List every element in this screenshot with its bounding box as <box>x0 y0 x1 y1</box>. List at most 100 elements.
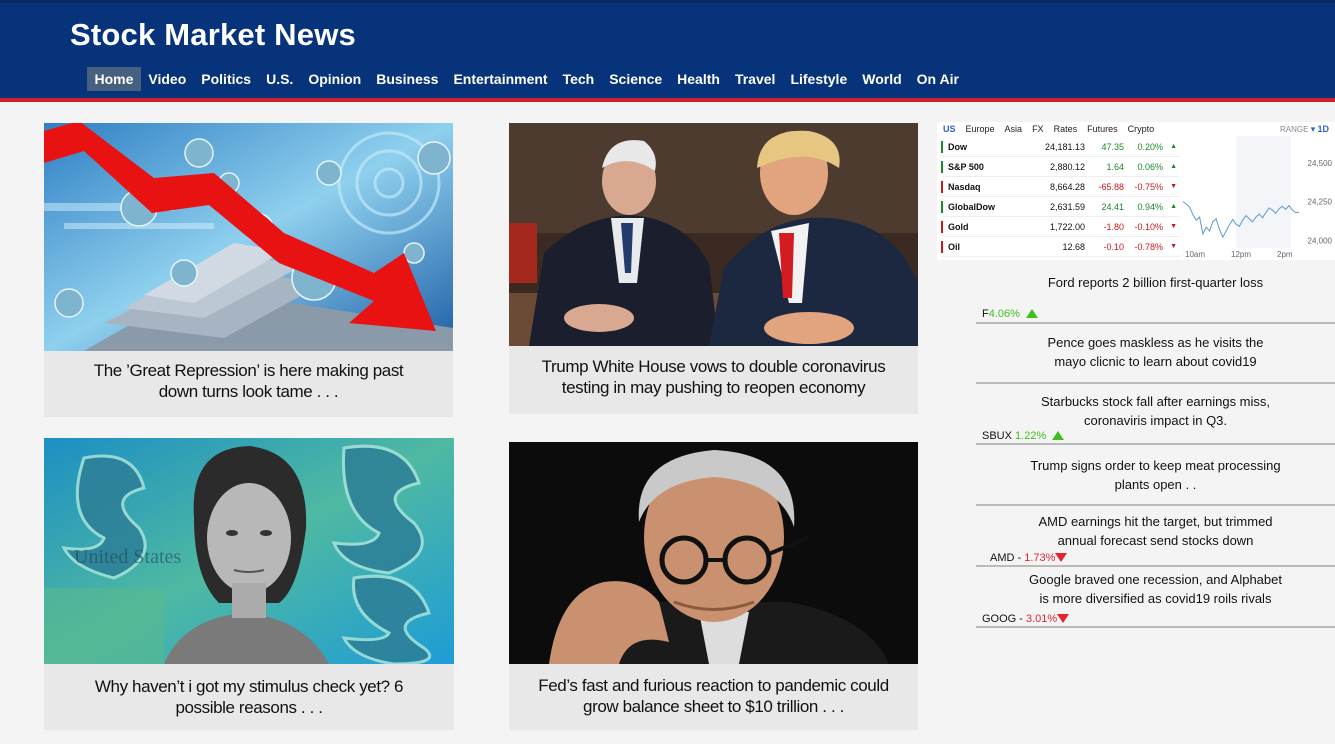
headline-text: Starbucks stock fall after earnings miss… <box>976 392 1335 430</box>
article-caption[interactable]: The ’Great Repression’ is here making pa… <box>44 360 453 402</box>
nav-world[interactable]: World <box>855 67 909 91</box>
arrow-up-icon <box>1025 309 1038 318</box>
main-nav: Home Video Politics U.S. Opinion Busines… <box>87 67 966 91</box>
stock-change-value: 3.01% <box>1026 613 1058 625</box>
market-value: 1,722.00 <box>1049 221 1085 232</box>
article-image-falling-arrow[interactable] <box>44 123 453 351</box>
y-tick-label: 24,000 <box>1308 236 1333 245</box>
article-caption[interactable]: Fed’s fast and furious reaction to pande… <box>509 675 918 717</box>
chart-band <box>1236 136 1291 248</box>
market-name: S&P 500 <box>948 161 984 172</box>
triangle-down-icon: ▼ <box>1170 183 1177 190</box>
stock-symbol: GOOG - <box>982 613 1026 625</box>
caption-line: grow balance sheet to $10 trillion . . . <box>583 697 844 716</box>
market-value: 24,181.13 <box>1044 141 1085 152</box>
nav-politics[interactable]: Politics <box>194 67 259 91</box>
nav-tech[interactable]: Tech <box>555 67 602 91</box>
range-label: RANGE <box>1280 125 1309 134</box>
market-change: 1.64 <box>1106 161 1124 172</box>
stock-change-value: 4.06% <box>988 308 1020 320</box>
nav-video[interactable]: Video <box>141 67 194 91</box>
tab-europe[interactable]: Europe <box>966 124 995 134</box>
tab-us[interactable]: US <box>943 124 956 134</box>
market-tabs: US Europe Asia FX Rates Futures Crypto <box>943 124 1154 134</box>
article-card-trump-testing[interactable]: Trump White House vows to double coronav… <box>509 123 918 414</box>
arrow-up-icon <box>1052 431 1065 440</box>
article-image-trump-pence[interactable] <box>509 123 918 346</box>
market-row[interactable]: Gold 1,722.00 -1.80 -0.10% ▼ <box>941 217 1180 237</box>
nav-entertainment[interactable]: Entertainment <box>446 67 555 91</box>
market-value: 2,880.12 <box>1049 161 1085 172</box>
market-value: 2,631.59 <box>1049 201 1085 212</box>
svg-text:United States: United States <box>74 546 181 568</box>
caption-line: testing in may pushing to reopen economy <box>561 378 866 397</box>
tab-futures[interactable]: Futures <box>1087 124 1118 134</box>
arrow-down-icon <box>1057 614 1070 623</box>
market-row[interactable]: Oil 12.68 -0.10 -0.78% ▼ <box>941 237 1180 257</box>
market-pct: 0.06% <box>1137 161 1163 172</box>
article-caption[interactable]: Trump White House vows to double coronav… <box>509 356 918 398</box>
nav-on-air[interactable]: On Air <box>909 67 966 91</box>
nav-lifestyle[interactable]: Lifestyle <box>783 67 855 91</box>
range-selector[interactable]: RANGE ▾ 1D <box>1280 124 1329 135</box>
headline-line: Google braved one recession, and Alphabe… <box>1029 572 1282 587</box>
market-name: Dow <box>948 141 967 152</box>
nav-business[interactable]: Business <box>369 67 446 91</box>
nav-us[interactable]: U.S. <box>259 67 301 91</box>
market-row[interactable]: Nasdaq 8,664.28 -65.88 -0.75% ▼ <box>941 177 1180 197</box>
article-caption[interactable]: Why haven’t i got my stimulus check yet?… <box>44 676 454 718</box>
tab-crypto[interactable]: Crypto <box>1128 124 1155 134</box>
tab-fx[interactable]: FX <box>1032 124 1044 134</box>
nav-health[interactable]: Health <box>670 67 728 91</box>
tab-rates[interactable]: Rates <box>1054 124 1078 134</box>
headline-text: Ford reports 2 billion first-quarter los… <box>976 273 1335 292</box>
tab-asia[interactable]: Asia <box>1005 124 1023 134</box>
headline-item[interactable]: Pence goes maskless as he visits the may… <box>976 324 1335 384</box>
market-ticker-widget: US Europe Asia FX Rates Futures Crypto R… <box>937 122 1335 260</box>
article-image-stimulus-woman[interactable]: United States <box>44 438 454 664</box>
market-name: Oil <box>948 241 961 252</box>
headline-item[interactable]: Starbucks stock fall after earnings miss… <box>976 384 1335 445</box>
market-pct: 0.20% <box>1137 141 1163 152</box>
article-card-great-repression[interactable]: The ’Great Repression’ is here making pa… <box>44 123 453 417</box>
nav-opinion[interactable]: Opinion <box>301 67 369 91</box>
headline-line: is more diversified as covid19 roils riv… <box>1039 591 1272 606</box>
intraday-chart: 24,500 24,250 24,000 10am 12pm 2pm <box>1182 136 1333 259</box>
article-card-fed-reaction[interactable]: Fed’s fast and furious reaction to pande… <box>509 442 918 730</box>
triangle-up-icon: ▲ <box>1170 163 1177 170</box>
direction-bar <box>941 220 943 233</box>
headline-item[interactable]: AMD earnings hit the target, but trimmed… <box>976 506 1335 567</box>
caption-line: Trump White House vows to double coronav… <box>541 357 886 376</box>
market-rows: Dow 24,181.13 47.35 0.20% ▲ S&P 500 2,880.12 1.… <box>941 137 1180 257</box>
headline-line: Starbucks stock fall after earnings miss… <box>1040 394 1271 409</box>
headline-item[interactable]: Google braved one recession, and Alphabe… <box>976 567 1335 628</box>
site-title[interactable]: Stock Market News <box>70 17 356 53</box>
triangle-down-icon: ▼ <box>1170 223 1177 230</box>
article-card-stimulus-check[interactable]: United States Why haven’t i got my stimu… <box>44 438 454 730</box>
market-row[interactable]: S&P 500 2,880.12 1.64 0.06% ▲ <box>941 157 1180 177</box>
nav-home[interactable]: Home <box>87 67 141 91</box>
market-pct: -0.78% <box>1134 241 1163 252</box>
caption-line: Fed’s fast and furious reaction to pande… <box>538 676 889 695</box>
headline-text: Pence goes maskless as he visits the may… <box>976 333 1335 371</box>
headline-line: Pence goes maskless as he visits the <box>1047 335 1264 350</box>
headline-line: AMD earnings hit the target, but trimmed <box>1038 514 1273 529</box>
headline-item[interactable]: Ford reports 2 billion first-quarter los… <box>976 262 1335 324</box>
headline-line: mayo clicnic to learn about covid19 <box>1054 354 1257 369</box>
nav-science[interactable]: Science <box>602 67 670 91</box>
direction-bar <box>941 180 943 193</box>
nav-travel[interactable]: Travel <box>727 67 782 91</box>
caption-line: down turns look tame . . . <box>158 382 339 401</box>
headline-line: Ford reports 2 billion first-quarter los… <box>1047 275 1264 290</box>
stock-change-value: 1.22% <box>1015 430 1047 442</box>
stock-change: SBUX 1.22% <box>982 427 1065 446</box>
direction-bar <box>941 200 943 213</box>
headline-item[interactable]: Trump signs order to keep meat processin… <box>976 445 1335 506</box>
x-tick-label: 12pm <box>1231 250 1251 259</box>
market-value: 12.68 <box>1062 241 1085 252</box>
market-row[interactable]: Dow 24,181.13 47.35 0.20% ▲ <box>941 137 1180 157</box>
market-row[interactable]: GlobalDow 2,631.59 24.41 0.94% ▲ <box>941 197 1180 217</box>
caption-line: Why haven’t i got my stimulus check yet?… <box>94 677 404 696</box>
article-image-fed-chair[interactable] <box>509 442 918 664</box>
stock-change: F4.06% <box>982 305 1038 324</box>
